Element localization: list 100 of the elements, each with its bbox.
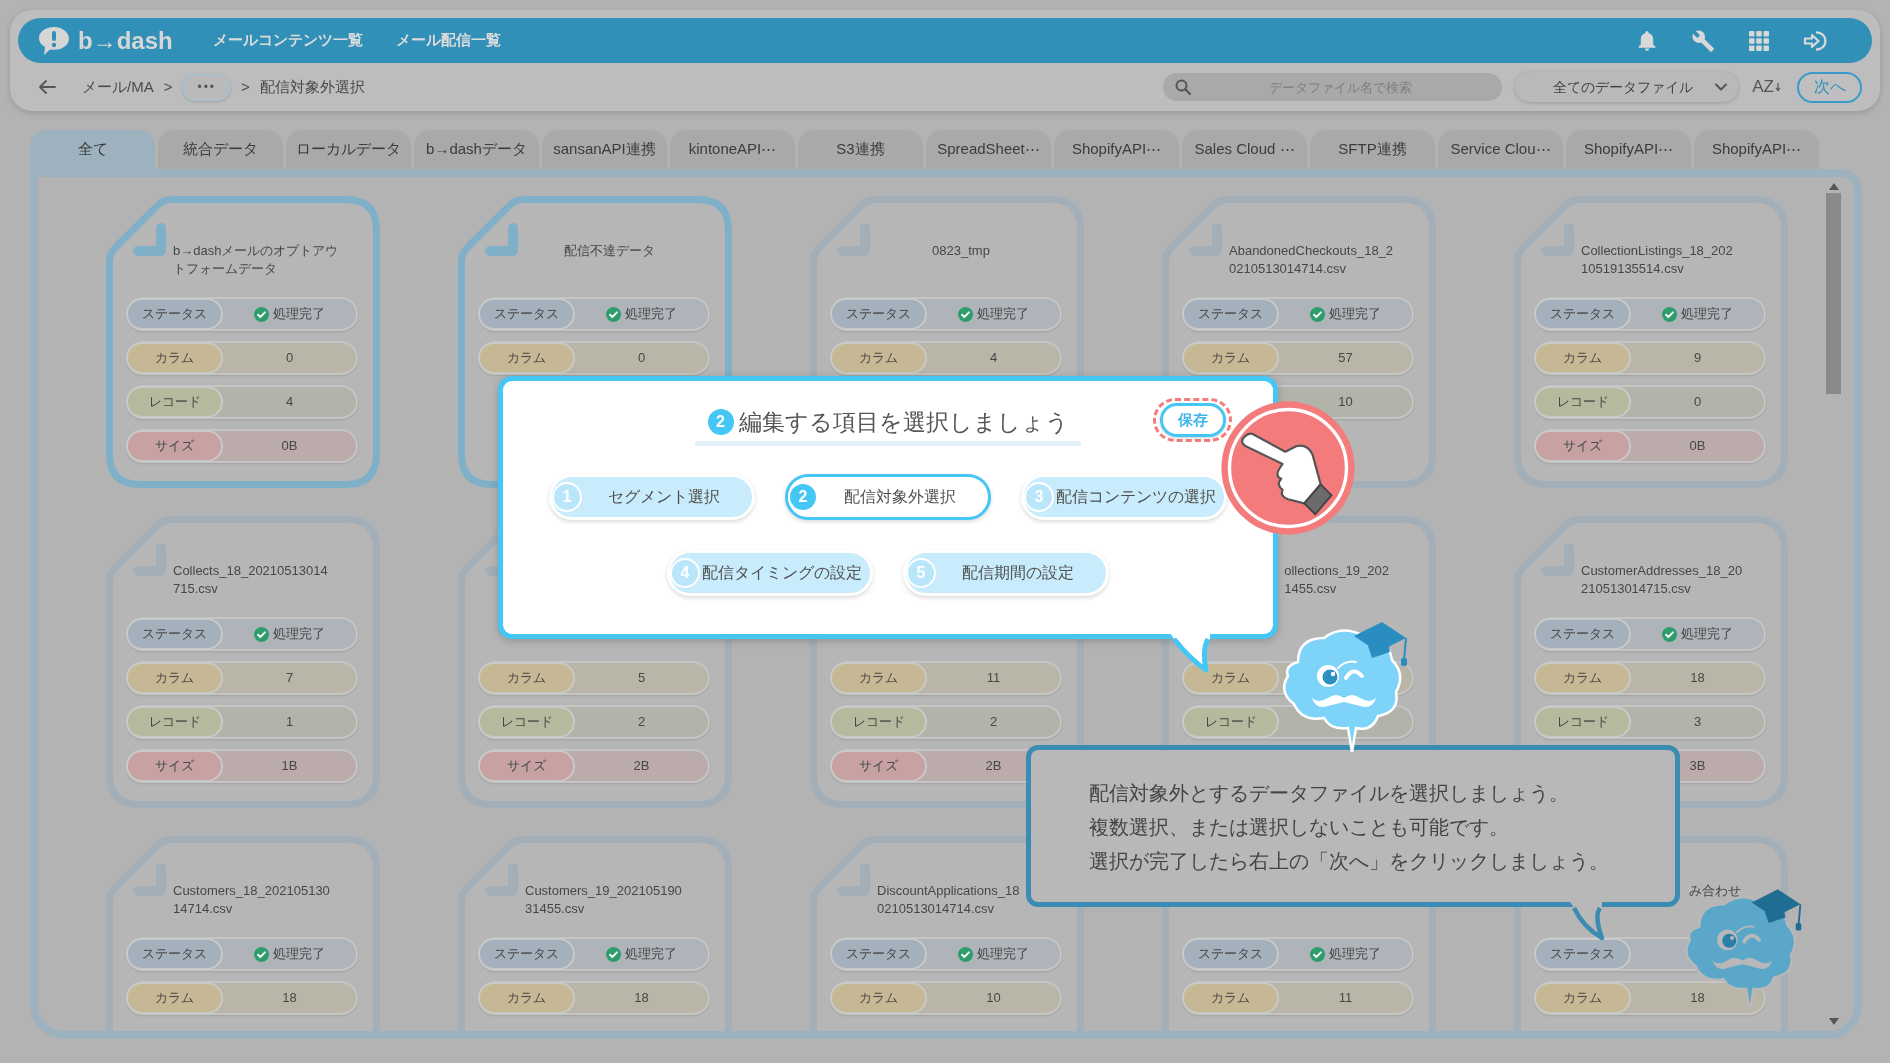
row-label: カラム [478, 662, 575, 694]
row-value: 57 [1338, 349, 1353, 368]
step-button[interactable]: 2 配信対象外選択 [785, 474, 991, 520]
enter-arrow-icon[interactable] [1803, 28, 1829, 53]
row-label: カラム [830, 342, 927, 374]
row-value: 0 [637, 349, 646, 368]
row-value: 7 [285, 669, 294, 688]
row-value: 処理完了 [977, 305, 1029, 324]
tab[interactable]: kintoneAPI⋯ [670, 130, 795, 169]
speech-bubble-logo-icon [36, 24, 72, 57]
row-value: 処理完了 [1681, 625, 1733, 644]
tab[interactable]: ローカルデータ [286, 130, 411, 169]
row-label: カラム [1182, 982, 1279, 1014]
row-value: 4 [285, 393, 294, 412]
breadcrumb-separator: > [163, 76, 173, 97]
more-button[interactable]: ••• [182, 73, 232, 101]
nav-link[interactable]: メールコンテンツ一覧 [212, 29, 363, 52]
tab[interactable]: SFTP連携 [1310, 130, 1435, 169]
tab[interactable]: S3連携 [798, 130, 923, 169]
file-card[interactable]: Customers_18_202105130 14714.csv ステータス 処理完了 カラム 18 [106, 836, 380, 1031]
file-card[interactable]: DiscountApplications_18 0210513014714.csv ステータス 処理完了 カラム 10 [810, 836, 1084, 1031]
file-title: Customers_18_202105130 14714.csv [173, 882, 330, 918]
row-label: サイズ [478, 750, 575, 782]
row-value: 5 [637, 669, 646, 688]
row-label: サイズ [126, 750, 223, 782]
file-title: DiscountApplications_18 0210513014714.csv [877, 882, 1020, 918]
row-value: 処理完了 [273, 625, 325, 644]
scroll-down-arrow-icon[interactable] [1828, 1018, 1839, 1025]
breadcrumb-link[interactable]: メール/MA [82, 75, 154, 99]
row-value: 1B [281, 757, 298, 776]
step-button[interactable]: 1 セグメント選択 [549, 474, 755, 520]
row-value: 10 [1338, 393, 1353, 412]
check-circle-icon [958, 946, 973, 962]
row-label: ステータス [126, 938, 223, 970]
check-circle-icon [1310, 946, 1325, 962]
wrench-icon[interactable] [1691, 28, 1715, 53]
row-label: レコード [1182, 706, 1279, 738]
file-card[interactable]: b→dashメールのオプトアウ トフォームデータ ステータス 処理完了 カラム 0 レコード 4 サイズ 0B [106, 196, 380, 488]
row-label: ステータス [1182, 938, 1279, 970]
row-label: ステータス [1534, 298, 1631, 330]
tab[interactable]: ShopifyAPI⋯ [1566, 130, 1691, 169]
step-button[interactable]: 5 配信期間の設定 [903, 550, 1109, 596]
row-value: 18 [1690, 669, 1705, 688]
grid-menu-icon[interactable] [1747, 28, 1771, 53]
row-value: 0 [285, 349, 294, 368]
check-circle-icon [1662, 306, 1677, 322]
tab[interactable]: b→dashデータ [414, 130, 539, 169]
scroll-up-arrow-icon[interactable] [1828, 183, 1839, 190]
back-arrow-icon[interactable] [38, 79, 56, 95]
dialog-title: 編集する項目を選択しましょう [738, 407, 1069, 437]
row-label: ステータス [1182, 298, 1279, 330]
nav-link[interactable]: メール配信一覧 [395, 29, 501, 52]
tab[interactable]: SpreadSheet⋯ [926, 130, 1051, 169]
file-title: AbandonedCheckouts_18_2 0210513014714.csv [1229, 242, 1394, 278]
step-button[interactable]: 4 配信タイミングの設定 [667, 550, 873, 596]
tab[interactable]: ShopifyAPI⋯ [1054, 130, 1179, 169]
row-value: 10 [986, 989, 1001, 1008]
row-value: 3 [1693, 713, 1702, 732]
tab[interactable]: ShopifyAPI⋯ [1694, 130, 1819, 169]
scrollbar-thumb[interactable] [1826, 193, 1841, 394]
row-label: カラム [1534, 342, 1631, 374]
tab[interactable]: 全て [30, 130, 155, 169]
file-card[interactable]: Collects_18_20210513014 715.csv ステータス 処理完了 カラム 7 レコード 1 サイズ 1B [106, 516, 380, 808]
filter-dropdown[interactable]: 全てのデータファイル [1515, 72, 1739, 102]
row-label: レコード [478, 706, 575, 738]
row-value: 処理完了 [1329, 945, 1381, 964]
sort-button[interactable]: AZ [1752, 74, 1781, 100]
row-label: カラム [1534, 662, 1631, 694]
row-value: 3B [1689, 757, 1706, 776]
row-label: ステータス [478, 938, 575, 970]
file-title: ollections_19_202 1455.csv [1284, 562, 1389, 598]
row-value: 処理完了 [1681, 305, 1733, 324]
row-value: 18 [1690, 989, 1705, 1008]
row-label: ステータス [126, 298, 223, 330]
file-title: み合わせ [1689, 882, 1741, 900]
tab[interactable]: Sales Cloud ⋯ [1182, 130, 1307, 169]
row-label: カラム [1182, 342, 1279, 374]
row-value: 4 [989, 349, 998, 368]
tab[interactable]: Service Clou⋯ [1438, 130, 1563, 169]
row-label: ステータス [126, 618, 223, 650]
step-number: 4 [670, 558, 700, 588]
row-label: レコード [830, 706, 927, 738]
file-title: CollectionListings_18_202 10519135514.csv [1581, 242, 1733, 278]
file-card[interactable]: Customers_19_202105190 31455.csv ステータス 処理完了 カラム 18 [458, 836, 732, 1031]
file-title: Customers_19_202105190 31455.csv [525, 882, 682, 918]
step-button[interactable]: 3 配信コンテンツの選択 [1021, 474, 1227, 520]
check-circle-icon [606, 306, 621, 322]
file-title: 配信不達データ [563, 242, 655, 260]
tab[interactable]: sansanAPI連携 [542, 130, 667, 169]
row-value: 2 [989, 713, 998, 732]
row-value: 2B [985, 757, 1002, 776]
row-label: ステータス [830, 298, 927, 330]
logo-text: b→dash [78, 25, 173, 56]
corner-fold-icon [132, 223, 167, 257]
file-title: 0823_tmp [932, 242, 990, 260]
row-value: 2B [633, 757, 650, 776]
tab[interactable]: 統合データ [158, 130, 283, 169]
file-card[interactable]: CollectionListings_18_202 10519135514.csv ステータス 処理完了 カラム 9 レコード 0 サイズ 0B [1514, 196, 1788, 488]
row-label: カラム [830, 662, 927, 694]
row-label: レコード [1534, 706, 1631, 738]
